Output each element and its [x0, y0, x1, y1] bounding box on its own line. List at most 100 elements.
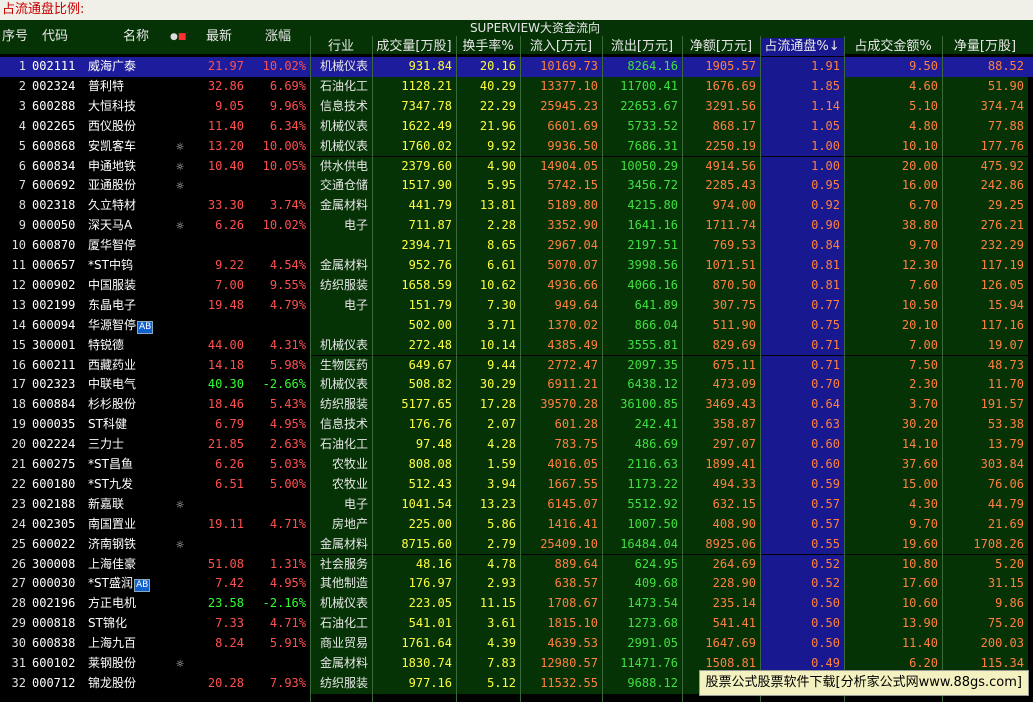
row-name[interactable]: 锦龙股份	[86, 674, 170, 694]
row-name[interactable]: 亚通股份	[86, 176, 170, 196]
table-row[interactable]: 3 600288 大恒科技 9.05 9.96% 信息技术 7347.78 22.29 2594…	[0, 96, 1033, 117]
header-float-pct[interactable]: 占流通盘%↓	[760, 38, 844, 56]
row-float-pct: 1.85	[760, 76, 844, 97]
table-row[interactable]: 8 002318 久立特材 33.30 3.74% 金属材料 441.79 13.81 5189…	[0, 196, 1033, 217]
header-outflow[interactable]: 流出[万元]	[602, 38, 682, 56]
row-name[interactable]: 济南钢铁	[86, 535, 170, 555]
row-outflow: 36100.85	[602, 395, 682, 416]
header-change[interactable]: 涨幅	[248, 24, 308, 50]
row-name[interactable]: 久立特材	[86, 196, 170, 216]
table-row[interactable]: 5 600868 安凯客车 ☼ 13.20 10.00% 机械仪表 1760.02 9.92 99…	[0, 136, 1033, 157]
row-name[interactable]: ST科健	[86, 415, 170, 435]
row-name[interactable]: 上海佳豪	[86, 555, 170, 575]
table-row[interactable]: 27 000030 *ST盛润 AB 7.42 4.95% 其他制造 176.97 2.93 63…	[0, 574, 1033, 595]
table-row[interactable]: 4 002265 西仪股份 11.40 6.34% 机械仪表 1622.49 21.96 660…	[0, 116, 1033, 137]
table-row[interactable]: 28 002196 方正电机 23.58 -2.16% 机械仪表 223.05 11.15 17…	[0, 594, 1033, 615]
table-row[interactable]: 24 002305 南国置业 19.11 4.71% 房地产 225.00 5.86 1416.…	[0, 514, 1033, 535]
row-float-pct: 0.92	[760, 196, 844, 217]
row-name[interactable]: 普利特	[86, 77, 170, 97]
table-row[interactable]: 21 600275 *ST昌鱼 6.26 5.03% 农牧业 808.08 1.59 4016.…	[0, 455, 1033, 475]
row-name[interactable]: *ST九发	[86, 475, 170, 495]
row-net: 511.90	[682, 315, 760, 336]
row-industry: 金属材料	[310, 256, 372, 276]
row-industry: 电子	[310, 216, 372, 237]
table-row[interactable]: 23 002188 新嘉联 ☼ 电子 1041.54 13.23 6145.07 5512.92…	[0, 494, 1033, 515]
header-inflow[interactable]: 流入[万元]	[520, 38, 602, 56]
row-name[interactable]: *ST盛润 AB	[86, 574, 170, 594]
table-row[interactable]: 20 002224 三力士 21.85 2.63% 石油化工 97.48 4.28 783.75…	[0, 435, 1033, 455]
row-name[interactable]: 威海广泰	[86, 57, 170, 77]
column-divider	[602, 36, 603, 702]
row-name[interactable]: 上海九百	[86, 634, 170, 654]
table-row[interactable]: 12 000902 中国服装 7.00 9.55% 纺织服装 1658.59 10.62 493…	[0, 275, 1033, 296]
table-row[interactable]: 9 000050 深天马A ☼ 6.26 10.02% 电子 711.87 2.28 3352.9…	[0, 216, 1033, 237]
row-name[interactable]: 方正电机	[86, 594, 170, 614]
header-turnover[interactable]: 换手率%	[456, 38, 520, 56]
table-row[interactable]: 6 600834 申通地铁 ☼ 10.40 10.05% 供水供电 2379.60 4.90 14…	[0, 156, 1033, 177]
row-name[interactable]: *ST中钨	[86, 256, 170, 276]
row-name[interactable]: ST锦化	[86, 614, 170, 634]
row-name[interactable]: 南国置业	[86, 515, 170, 535]
row-volume: 441.79	[372, 196, 456, 217]
header-price[interactable]: 最新	[190, 24, 248, 50]
header-seq[interactable]: 序号	[0, 24, 30, 50]
column-divider	[942, 36, 943, 702]
row-name[interactable]: 中国服装	[86, 276, 170, 296]
table-row[interactable]: 18 600884 杉杉股份 18.46 5.43% 纺织服装 5177.65 17.28 39…	[0, 395, 1033, 416]
row-inflow: 6145.07	[520, 494, 602, 515]
row-name[interactable]: *ST昌鱼	[86, 455, 170, 475]
row-name[interactable]: 西藏药业	[86, 356, 170, 376]
row-turnover: 3.61	[456, 614, 520, 635]
table-row[interactable]: 30 600838 上海九百 8.24 5.91% 商业贸易 1761.64 4.39 4639…	[0, 634, 1033, 654]
row-volume: 176.76	[372, 415, 456, 436]
row-name[interactable]: 安凯客车	[86, 137, 170, 157]
row-float-pct: 0.75	[760, 315, 844, 336]
table-row[interactable]: 22 600180 *ST九发 6.51 5.00% 农牧业 512.43 3.94 1667.…	[0, 474, 1033, 495]
row-name[interactable]: 新嘉联	[86, 495, 170, 515]
header-code[interactable]: 代码	[30, 24, 80, 50]
table-row[interactable]: 1 002111 威海广泰 21.97 10.02% 机械仪表 931.84 20.16 101…	[0, 57, 1033, 77]
row-float-pct: 0.63	[760, 415, 844, 436]
header-industry[interactable]: 行业	[310, 38, 372, 56]
table-row[interactable]: 19 000035 ST科健 6.79 4.95% 信息技术 176.76 2.07 601.2…	[0, 415, 1033, 436]
row-name[interactable]: 深天马A	[86, 216, 170, 236]
header-volume[interactable]: 成交量[万股]	[372, 38, 456, 56]
row-price: 18.46	[207, 397, 244, 412]
table-row[interactable]: 17 002323 中联电气 40.30 -2.66% 机械仪表 508.82 30.29 69…	[0, 375, 1033, 396]
row-volume: 272.48	[372, 335, 456, 356]
table-row[interactable]: 14 600094 华源智停 AB 502.00 3.71 1370.02 866.04 511…	[0, 315, 1033, 336]
row-amount-pct: 4.80	[844, 116, 942, 137]
header-net-shares[interactable]: 净量[万股]	[942, 38, 1028, 56]
row-name[interactable]: 特锐德	[86, 336, 170, 356]
table-row[interactable]: 29 000818 ST锦化 7.33 4.71% 石油化工 541.01 3.61 1815.…	[0, 614, 1033, 635]
header-net[interactable]: 净额[万元]	[682, 38, 760, 56]
table-row[interactable]: 15 300001 特锐德 44.00 4.31% 机械仪表 272.48 10.14 4385…	[0, 335, 1033, 356]
row-name[interactable]: 大恒科技	[86, 97, 170, 117]
row-inflow: 1370.02	[520, 315, 602, 336]
row-turnover: 3.71	[456, 315, 520, 336]
row-name[interactable]: 三力士	[86, 435, 170, 455]
row-name[interactable]: 华源智停 AB	[86, 316, 170, 336]
table-row[interactable]: 11 000657 *ST中钨 9.22 4.54% 金属材料 952.76 6.61 5070…	[0, 256, 1033, 276]
row-net-shares: 15.94	[942, 295, 1028, 316]
row-float-pct: 0.57	[760, 494, 844, 515]
row-name[interactable]: 杉杉股份	[86, 395, 170, 415]
row-name[interactable]: 厦华智停	[86, 236, 170, 256]
row-name[interactable]: 西仪股份	[86, 117, 170, 137]
row-inflow: 1708.67	[520, 594, 602, 615]
row-industry: 石油化工	[310, 435, 372, 455]
table-row[interactable]: 7 600692 亚通股份 ☼ 交通仓储 1517.90 5.95 5742.15 3456.7…	[0, 176, 1033, 197]
header-amount-pct[interactable]: 占成交金额%	[844, 38, 942, 56]
table-row[interactable]: 26 300008 上海佳豪 51.08 1.31% 社会服务 48.16 4.78 889.6…	[0, 554, 1033, 575]
row-name[interactable]: 莱钢股份	[86, 654, 170, 674]
row-change: 10.00%	[262, 138, 306, 153]
table-row[interactable]: 25 600022 济南钢铁 ☼ 金属材料 8715.60 2.79 25409.10 1648…	[0, 534, 1033, 555]
row-name[interactable]: 东晶电子	[86, 296, 170, 316]
row-industry: 金属材料	[310, 654, 372, 674]
table-row[interactable]: 2 002324 普利特 32.86 6.69% 石油化工 1128.21 40.29 1337…	[0, 76, 1033, 97]
table-row[interactable]: 13 002199 东晶电子 19.48 4.79% 电子 151.79 7.30 949.64…	[0, 295, 1033, 316]
table-row[interactable]: 16 600211 西藏药业 14.18 5.98% 生物医药 649.67 9.44 2772…	[0, 355, 1033, 376]
row-name[interactable]: 申通地铁	[86, 157, 170, 177]
table-row[interactable]: 10 600870 厦华智停 2394.71 8.65 2967.04 2197.51 769…	[0, 236, 1033, 256]
row-name[interactable]: 中联电气	[86, 375, 170, 395]
